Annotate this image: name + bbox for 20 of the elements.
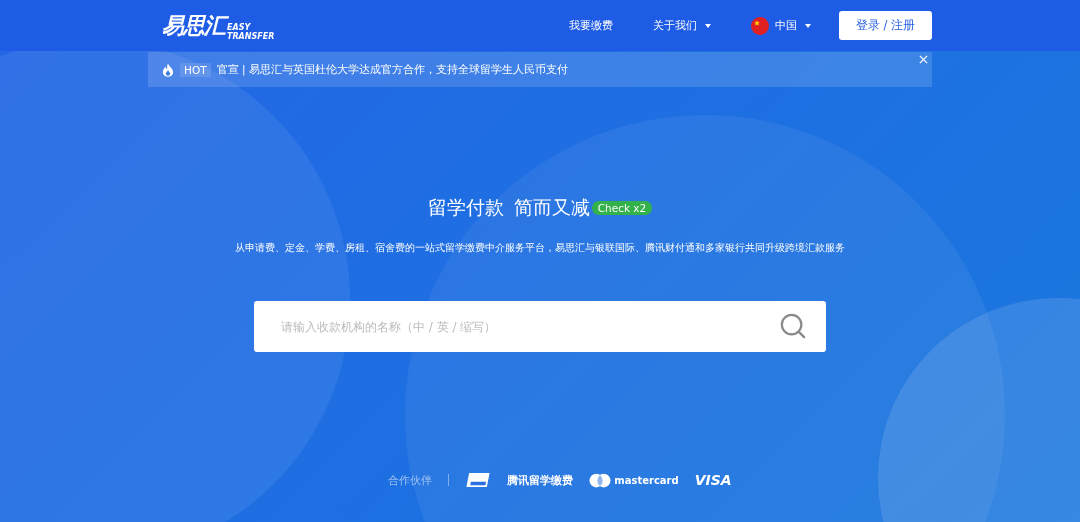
nav-link[interactable]: 我要缴费 (569, 18, 613, 33)
tag-badge: Check x2 (591, 201, 653, 215)
hero-subtitle: 从申请费、定金、学费、房租、宿舍费的一站式留学缴费中介服务平台，易思汇与银联国际、腾讯财付通和多家银行共同升级跨境汇款服务 (235, 241, 845, 255)
search-icon[interactable] (780, 313, 806, 339)
login-button[interactable]: 登录 / 注册 (839, 11, 932, 40)
partner-logo: VISA (694, 472, 732, 488)
mastercard-circles-icon (589, 472, 612, 488)
hero-title: 简而又减 (513, 195, 590, 220)
nav-link[interactable]: 关于我们 (653, 18, 711, 33)
close-icon[interactable] (919, 55, 928, 64)
flame-icon (162, 62, 174, 77)
partner-logo: mastercard (614, 474, 679, 486)
notice-text[interactable]: 官宣 | 易思汇与英国杜伦大学达成官方合作，支持全球留学生人民币支付 (216, 62, 568, 77)
hero-title: 留学付款 (427, 195, 504, 220)
hot-badge: HOT (180, 62, 211, 77)
partners-label: 合作伙伴 (388, 472, 433, 488)
partner-logo: 腾讯留学缴费 (507, 472, 574, 488)
search-field[interactable]: 请输入收款机构的名称（中 / 英 / 缩写） (254, 301, 826, 352)
card-logo-icon (465, 472, 492, 488)
nav-link[interactable]: 中国 (751, 16, 811, 35)
